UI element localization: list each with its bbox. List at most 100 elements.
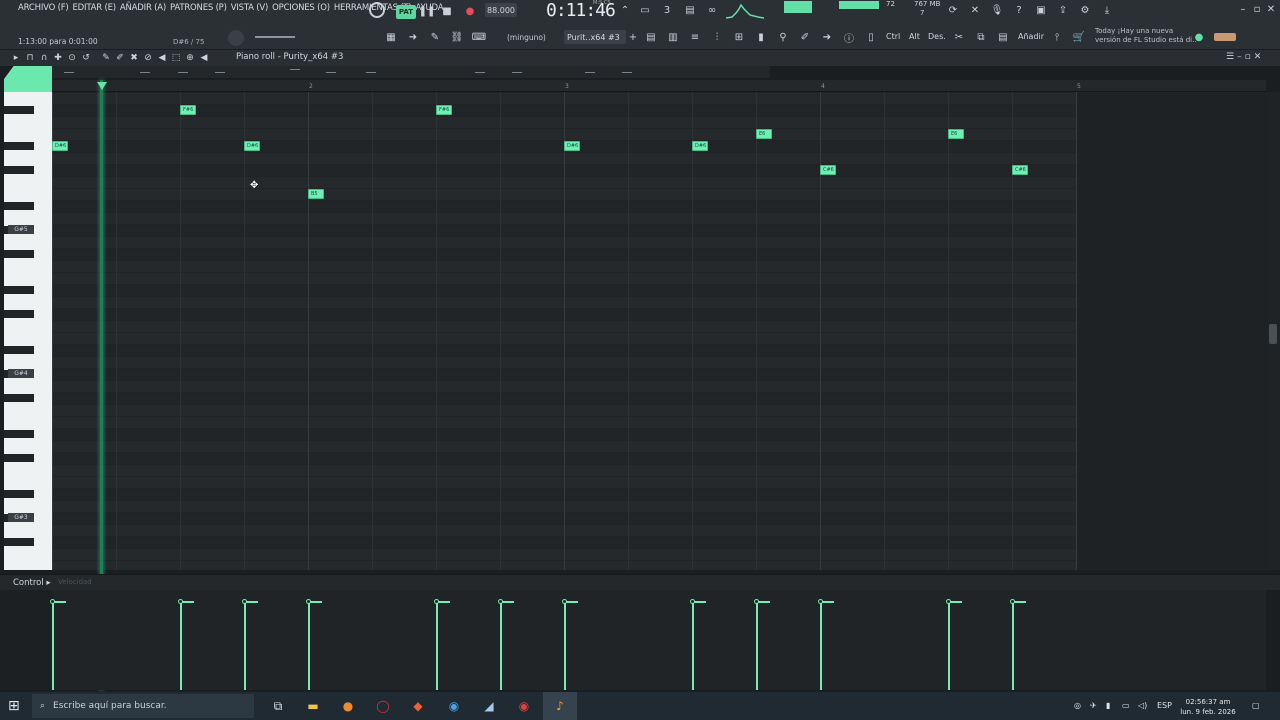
snap-icon[interactable]: ∩ [38, 52, 50, 64]
menu-arrow-icon[interactable]: ▸ [10, 52, 22, 64]
document-icon[interactable]: ▯ [864, 30, 878, 44]
tray-mic-icon[interactable]: ▮ [1106, 701, 1110, 710]
velocity-bar[interactable] [52, 602, 54, 690]
play-icon[interactable]: ❚❚ [419, 4, 436, 18]
record-note-icon[interactable]: ⊙ [66, 52, 78, 64]
add-label[interactable]: Añadir [1018, 32, 1044, 41]
velocity-bar[interactable] [820, 602, 822, 690]
piano-roll-title[interactable]: Piano roll - Purity_x64 #3 [236, 52, 343, 62]
save-icon[interactable]: ▣ [1034, 3, 1048, 17]
ctrl-label[interactable]: Ctrl [886, 32, 900, 41]
piano-roll-icon[interactable]: ▦ [384, 30, 398, 44]
notifications-icon[interactable]: ▢ [1252, 701, 1260, 710]
wait-input-icon[interactable]: ▭ [638, 3, 652, 17]
tools-icon[interactable]: ✕ [968, 3, 982, 17]
black-key[interactable] [4, 310, 34, 318]
playback-icon[interactable]: ◀ [198, 52, 210, 64]
arrow-right-icon[interactable]: ➔ [820, 30, 834, 44]
piano-roll-minimize-icon[interactable]: – [1237, 52, 1242, 62]
zoom-icon[interactable]: ⊕ [184, 52, 196, 64]
song-position-icon[interactable] [369, 2, 385, 18]
microphone-icon[interactable]: 🎙 [990, 3, 1004, 17]
tray-network-icon[interactable]: ✈ [1090, 701, 1097, 710]
brush-icon[interactable]: ✐ [798, 30, 812, 44]
piano-keyboard[interactable]: G#6G#5G#4G#3 [4, 92, 52, 570]
paste-icon[interactable]: ▤ [996, 30, 1010, 44]
copy-icon[interactable]: ⧉ [974, 30, 988, 44]
pencil-icon[interactable]: ✎ [428, 30, 442, 44]
velocity-bar[interactable] [244, 602, 246, 690]
scrollbar-thumb[interactable] [1269, 324, 1277, 344]
master-pitch-knob[interactable] [228, 30, 244, 46]
draw-icon[interactable]: ✎ [100, 52, 112, 64]
refresh-icon[interactable]: ⟳ [946, 3, 960, 17]
note[interactable]: D#6 [564, 141, 580, 151]
brave-icon[interactable]: ◆ [410, 698, 426, 714]
keyboard-scroll-indicator[interactable] [4, 66, 52, 92]
menu-anadir[interactable]: AÑADIR (A) [120, 3, 166, 17]
tempo-display[interactable]: 88.000 [485, 3, 517, 17]
news-panel[interactable]: Today ¡Hay una nueva versión de FL Studi… [1095, 27, 1197, 45]
velocity-handle[interactable] [306, 599, 311, 604]
cut-icon[interactable]: ✂ [952, 30, 966, 44]
mute-icon[interactable]: ⊘ [142, 52, 154, 64]
faders-icon[interactable]: ⫶ [710, 30, 724, 44]
piano-roll-maximize-icon[interactable]: ▫ [1245, 52, 1251, 62]
velocity-bar[interactable] [308, 602, 310, 690]
velocity-bar[interactable] [692, 602, 694, 690]
black-key[interactable] [4, 394, 34, 402]
help-icon[interactable]: ? [1012, 3, 1026, 17]
stamp-icon[interactable]: ✚ [52, 52, 64, 64]
snap-selector[interactable]: (minguno) [507, 33, 546, 42]
velocity-handle[interactable] [754, 599, 759, 604]
menu-vista[interactable]: VISTA (V) [231, 3, 269, 17]
delete-icon[interactable]: ✖ [128, 52, 140, 64]
stop-icon[interactable]: ■ [440, 4, 454, 18]
undo-label[interactable]: Des. [928, 32, 946, 41]
velocity-bar[interactable] [1012, 602, 1014, 690]
chromium-icon[interactable]: ◉ [516, 698, 532, 714]
keyboard-icon[interactable]: ⌨ [472, 30, 486, 44]
velocity-handle[interactable] [1010, 599, 1015, 604]
black-key[interactable] [4, 490, 34, 498]
black-key[interactable] [4, 106, 34, 114]
timeline-ruler[interactable]: 2 3 4 5 [52, 80, 1266, 92]
mixer-icon[interactable]: ≡ [688, 30, 702, 44]
pattern-preview-icon[interactable] [1214, 33, 1236, 41]
note[interactable]: E6 [756, 129, 772, 139]
windows-start-icon[interactable]: ⊞ [8, 698, 24, 714]
loop-icon[interactable]: ↺ [80, 52, 92, 64]
black-key[interactable] [4, 286, 34, 294]
download-icon[interactable]: ⤓ [1100, 3, 1114, 17]
pattern-song-toggle[interactable]: PAT [396, 5, 416, 19]
fl-studio-icon[interactable]: ♪ [552, 698, 568, 714]
arrow-icon[interactable]: ➜ [406, 30, 420, 44]
note-grid[interactable]: D#6F#6D#6B5F#6G#6D#6D#6E6C#6E6C#6 [52, 92, 1266, 570]
black-key[interactable] [4, 454, 34, 462]
menu-editar[interactable]: EDITAR (E) [73, 3, 117, 17]
velocity-handle[interactable] [946, 599, 951, 604]
countdown-icon[interactable]: 3 [660, 3, 674, 17]
control-selector[interactable]: Control ▸ [13, 578, 51, 588]
record-icon[interactable]: ● [463, 4, 477, 18]
firefox-icon[interactable]: ● [340, 698, 356, 714]
tray-volume-icon[interactable]: ◁) [1138, 701, 1147, 710]
chrome-icon[interactable]: ◉ [446, 698, 462, 714]
playhead-marker[interactable] [97, 82, 107, 90]
note[interactable]: C#6 [1012, 165, 1028, 175]
tray-steam-icon[interactable]: ◎ [1074, 701, 1081, 710]
vertical-scrollbar[interactable] [1266, 92, 1280, 570]
plugin-icon[interactable]: ▮ [754, 30, 768, 44]
velocity-bar[interactable] [948, 602, 950, 690]
note[interactable]: F#6 [436, 105, 452, 115]
link-icon[interactable]: ⛓ [450, 30, 464, 44]
slice-icon[interactable]: ◀ [156, 52, 168, 64]
velocity-handle[interactable] [242, 599, 247, 604]
metronome-icon[interactable]: ⌃ [618, 3, 632, 17]
velocity-handle[interactable] [178, 599, 183, 604]
step-edit-icon[interactable]: ▤ [683, 3, 697, 17]
tray-display-icon[interactable]: ▭ [1122, 701, 1130, 710]
velocity-handle[interactable] [690, 599, 695, 604]
velocity-handle[interactable] [434, 599, 439, 604]
velocity-bar[interactable] [436, 602, 438, 690]
